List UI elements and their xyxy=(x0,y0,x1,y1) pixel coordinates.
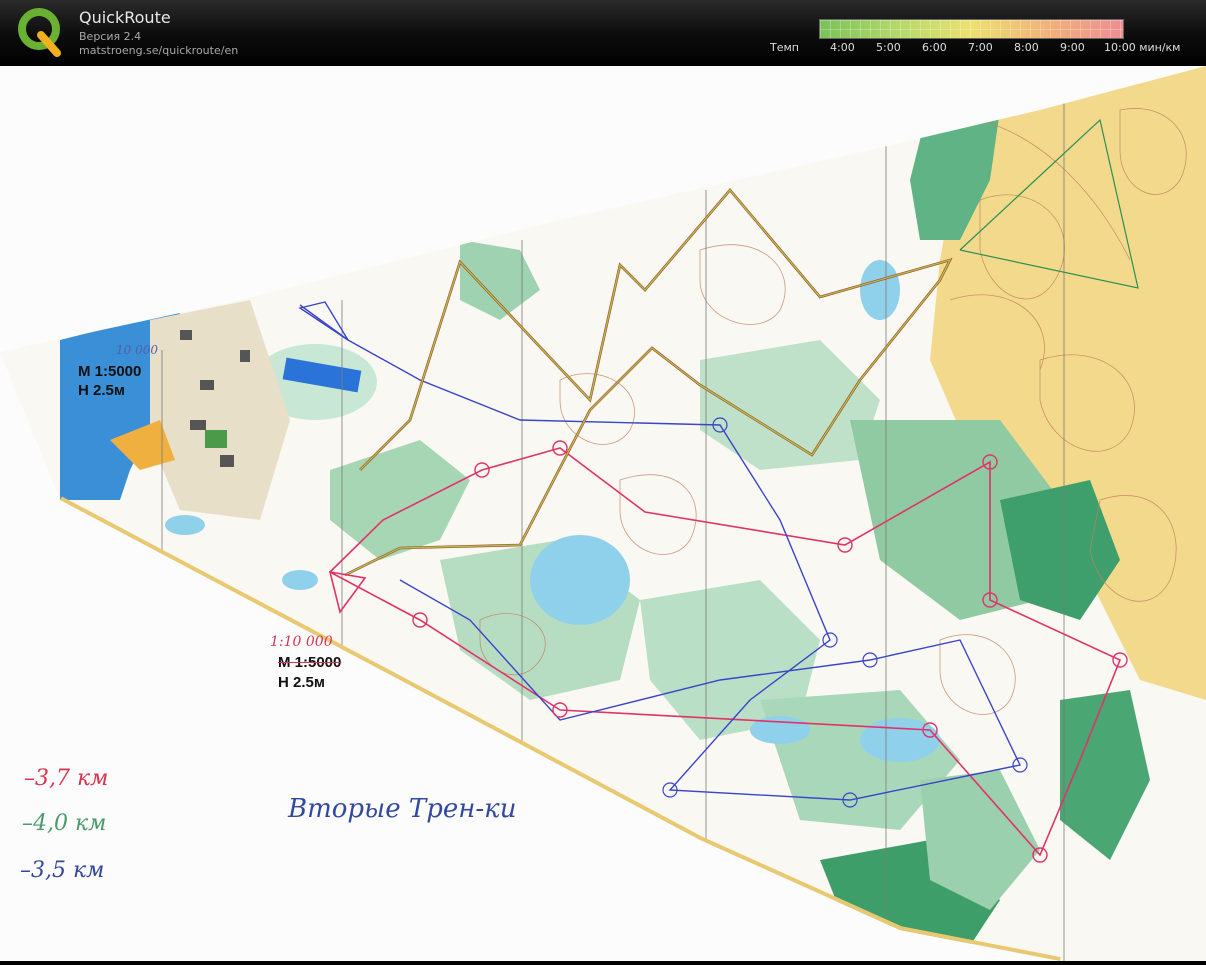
contour-interval-label: Н 2.5м xyxy=(278,674,325,691)
map-scale-label: М 1:5000 xyxy=(78,363,142,380)
pace-color-scale xyxy=(819,19,1124,39)
pace-tick: 5:00 xyxy=(876,41,901,54)
map-canvas xyxy=(0,66,1206,961)
scale-handwritten: 1:10 000 xyxy=(270,634,333,650)
app-url[interactable]: matstroeng.se/quickroute/en xyxy=(79,44,238,57)
distance-red: –3,7 км xyxy=(24,766,109,791)
app-title: QuickRoute xyxy=(79,8,171,27)
pace-tick: 9:00 xyxy=(1060,41,1085,54)
pace-tick: 10:00 мин/км xyxy=(1104,41,1181,54)
quickroute-logo-icon xyxy=(18,8,61,57)
pace-tick: 7:00 xyxy=(968,41,993,54)
pace-tick: 6:00 xyxy=(922,41,947,54)
orienteering-map[interactable]: 10 000 М 1:5000 Н 2.5м 1:10 000 М 1:5000… xyxy=(0,66,1206,961)
map-caption: Вторые Трен-ки xyxy=(288,794,517,824)
distance-green: –4,0 км xyxy=(22,811,107,836)
pace-tick: 8:00 xyxy=(1014,41,1039,54)
scale-handwritten: 10 000 xyxy=(116,343,158,357)
distance-blue: –3,5 км xyxy=(20,858,105,883)
contour-interval-label: Н 2.5м xyxy=(78,382,125,399)
pace-tick: 4:00 xyxy=(830,41,855,54)
pace-label: Темп xyxy=(770,41,799,54)
app-header: QuickRoute Версия 2.4 matstroeng.se/quic… xyxy=(0,0,1206,66)
map-scale-label: М 1:5000 xyxy=(278,654,342,671)
app-version: Версия 2.4 xyxy=(79,30,142,43)
